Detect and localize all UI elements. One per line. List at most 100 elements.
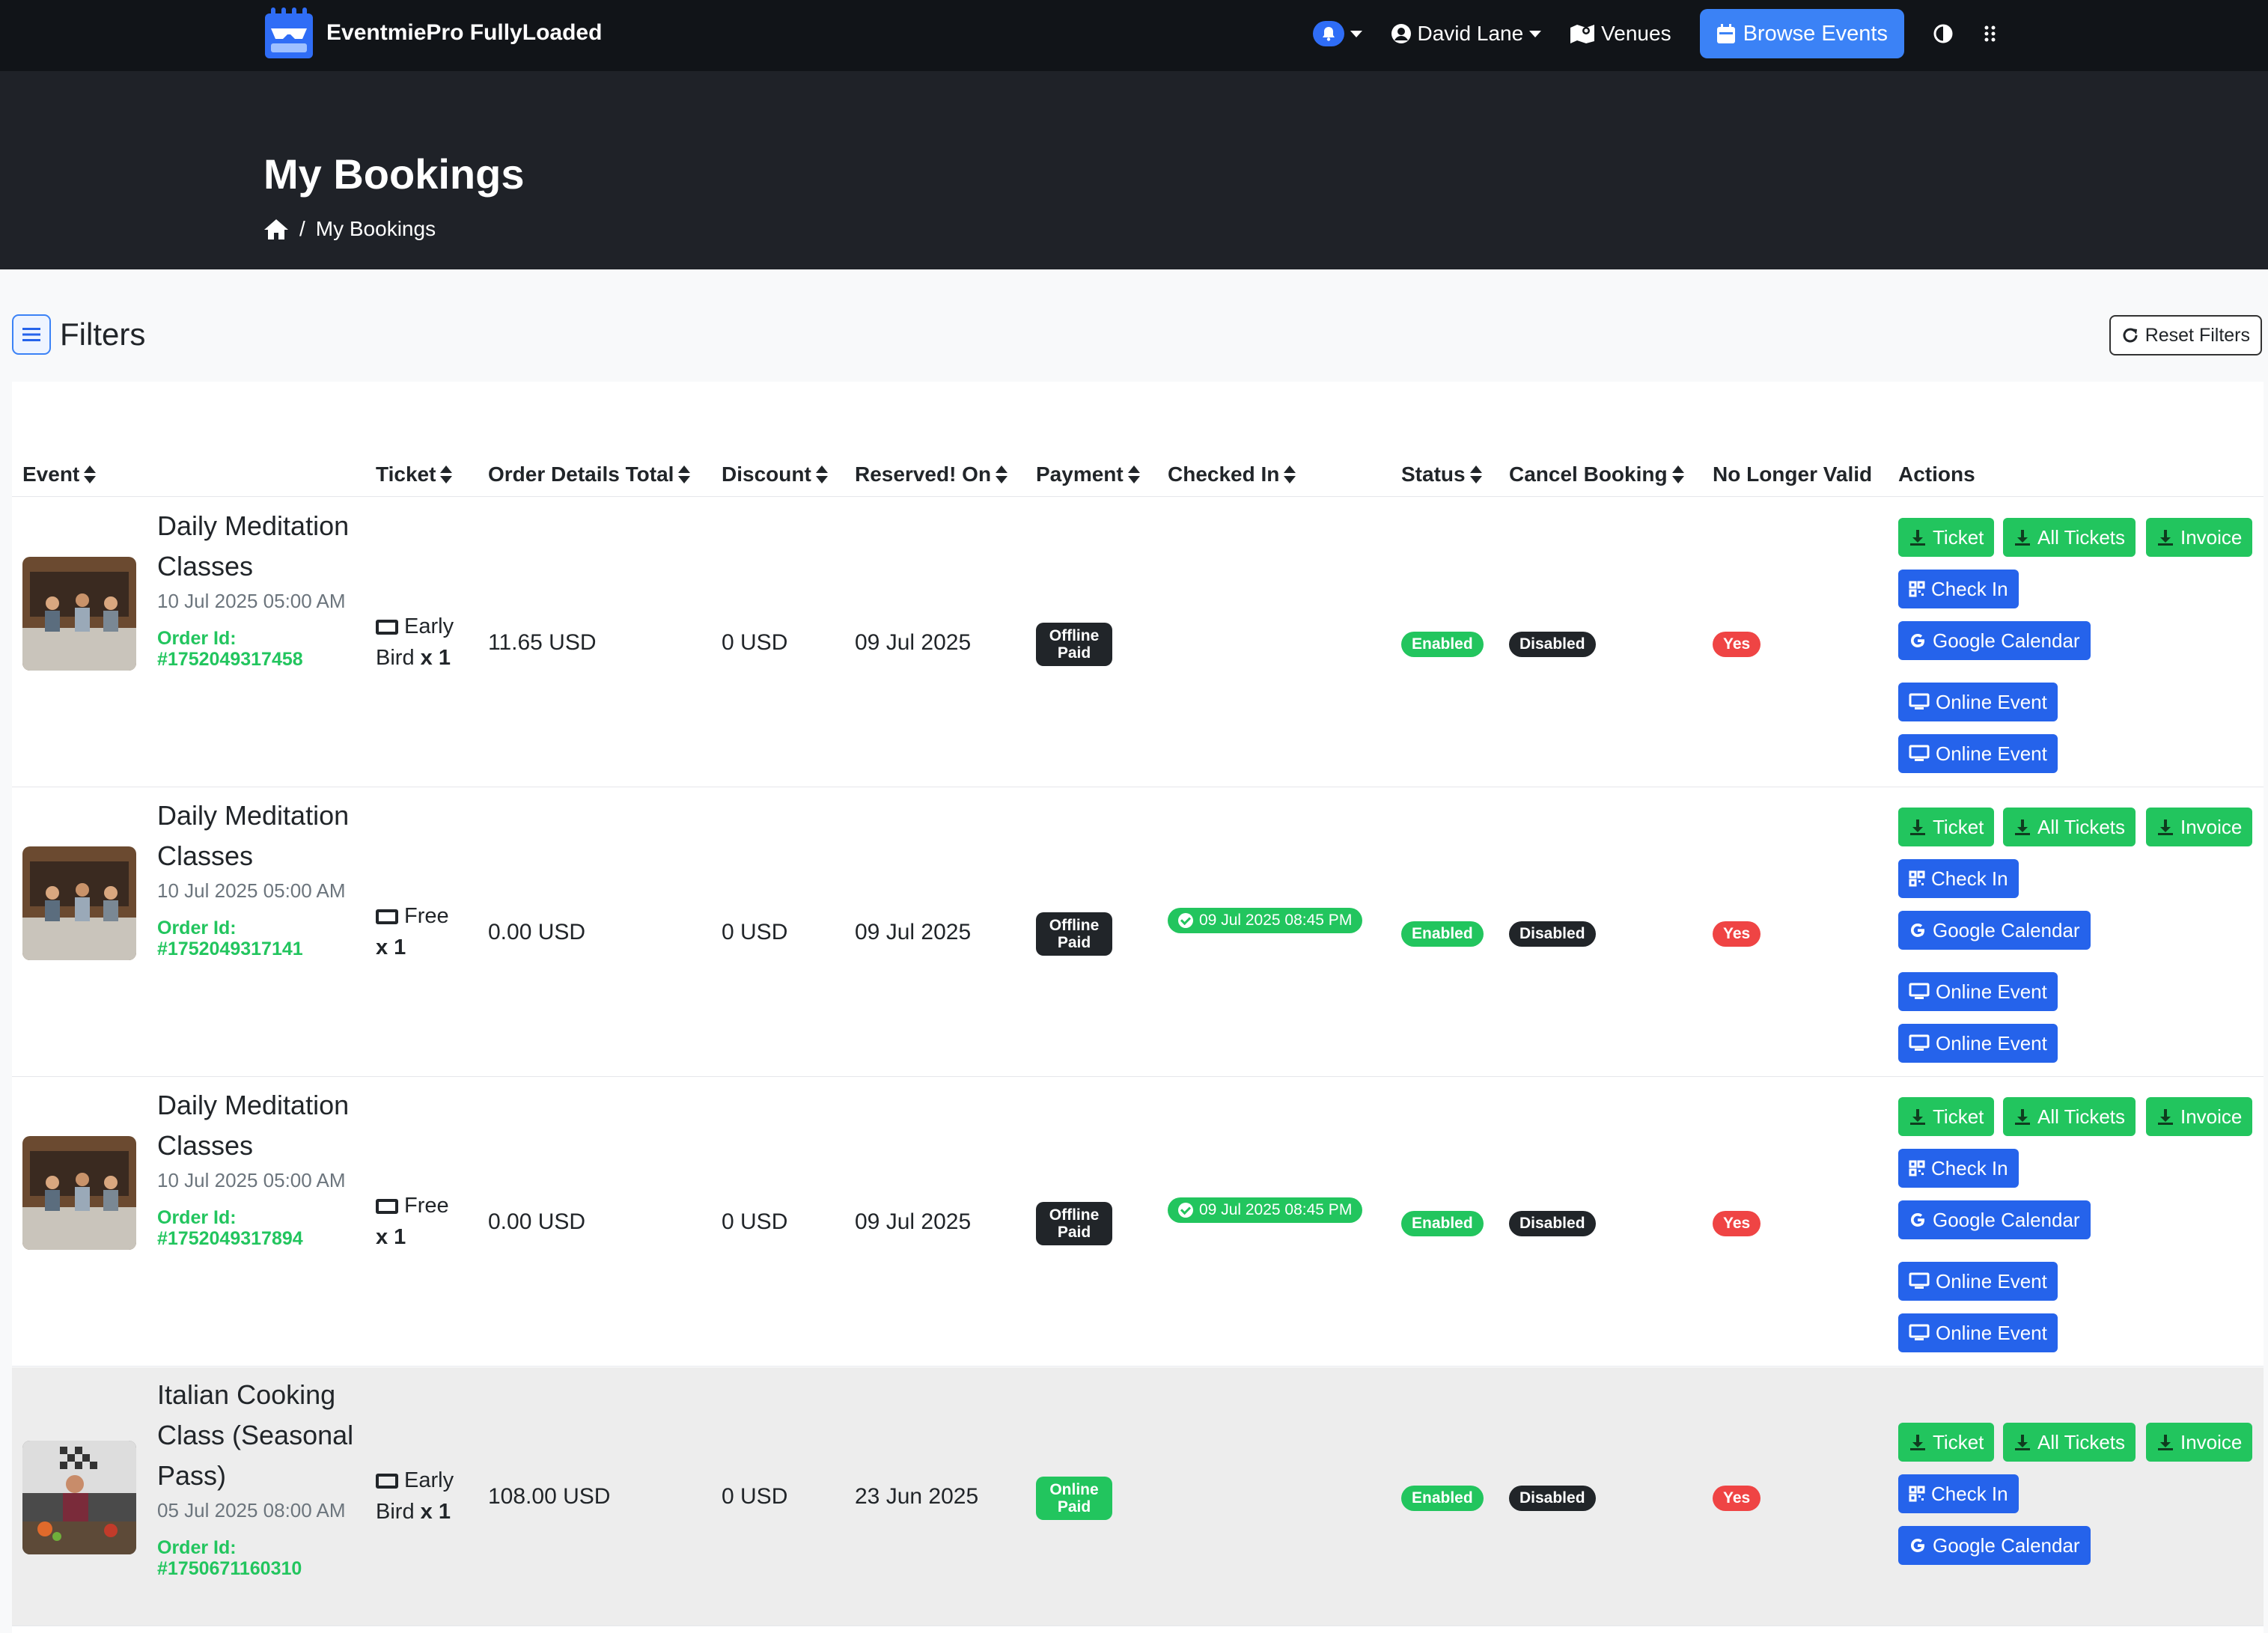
check-in-button[interactable]: Check In — [1898, 859, 2019, 898]
ticket-name: Free — [404, 1194, 449, 1218]
event-thumbnail[interactable] — [22, 557, 136, 671]
download-all-tickets-button[interactable]: All Tickets — [2003, 1097, 2136, 1136]
col-ticket[interactable]: Ticket — [376, 463, 453, 486]
brand-name: EventmiePro FullyLoaded — [326, 20, 603, 45]
col-discount[interactable]: Discount — [722, 463, 828, 486]
checked-in-time: 09 Jul 2025 08:45 PM — [1199, 1201, 1353, 1218]
qr-code-icon — [1909, 1486, 1925, 1502]
status-badge: Enabled — [1401, 921, 1484, 947]
button-label: Online Event — [1936, 742, 2047, 765]
event-name-line[interactable]: Classes — [157, 836, 374, 876]
browse-events-button[interactable]: Browse Events — [1699, 9, 1904, 58]
col-cancel[interactable]: Cancel Booking — [1509, 463, 1684, 486]
event-thumbnail[interactable] — [22, 846, 136, 960]
check-in-button[interactable]: Check In — [1898, 1149, 2019, 1188]
col-event-label: Event — [22, 463, 80, 486]
contrast-icon — [1933, 24, 1953, 43]
ticket-qty: x 1 — [376, 1225, 406, 1249]
button-label: All Tickets — [2037, 1430, 2126, 1453]
filters-title: Filters — [60, 317, 146, 352]
download-ticket-button[interactable]: Ticket — [1898, 518, 1995, 557]
online-event-button[interactable]: Online Event — [1898, 1313, 2058, 1352]
google-calendar-button[interactable]: Google Calendar — [1898, 621, 2091, 660]
button-label: Google Calendar — [1933, 1533, 2080, 1557]
browse-events-label: Browse Events — [1743, 21, 1888, 46]
brand[interactable]: EventmiePro FullyLoaded — [263, 6, 602, 60]
google-calendar-button[interactable]: Google Calendar — [1898, 911, 2091, 950]
download-ticket-button[interactable]: Ticket — [1898, 1423, 1995, 1462]
download-all-tickets-button[interactable]: All Tickets — [2003, 518, 2136, 557]
user-menu[interactable]: David Lane — [1391, 22, 1542, 46]
col-payment[interactable]: Payment — [1036, 463, 1140, 486]
col-valid-label: No Longer Valid — [1713, 463, 1873, 486]
ticket-name: Free — [404, 904, 449, 928]
download-invoice-button[interactable]: Invoice — [2146, 518, 2253, 557]
monitor-icon — [1909, 1324, 1930, 1342]
refresh-icon — [2123, 328, 2138, 343]
online-event-button[interactable]: Online Event — [1898, 972, 2058, 1011]
sort-icon — [678, 465, 691, 484]
google-calendar-button[interactable]: Google Calendar — [1898, 1200, 2091, 1239]
check-in-button[interactable]: Check In — [1898, 1474, 2019, 1513]
discount: 0 USD — [722, 1484, 788, 1509]
event-info: Daily Meditation Classes 10 Jul 2025 05:… — [157, 1085, 374, 1249]
event-name-line[interactable]: Daily Meditation — [157, 796, 374, 836]
col-reserved[interactable]: Reserved! On — [855, 463, 1008, 486]
reset-filters-button[interactable]: Reset Filters — [2109, 315, 2262, 355]
download-invoice-button[interactable]: Invoice — [2146, 1423, 2253, 1462]
online-event-button[interactable]: Online Event — [1898, 683, 2058, 721]
apps-menu[interactable] — [1982, 24, 1999, 43]
col-checked-in[interactable]: Checked In — [1168, 463, 1296, 486]
ticket-qty: x 1 — [420, 1500, 451, 1524]
calendar-icon — [1716, 24, 1735, 43]
sort-icon — [1284, 465, 1296, 484]
download-all-tickets-button[interactable]: All Tickets — [2003, 808, 2136, 846]
download-icon — [2156, 1433, 2174, 1451]
payment-badge: Online Paid — [1036, 1477, 1112, 1520]
sort-icon — [84, 465, 97, 484]
filter-toggle-button[interactable] — [12, 314, 51, 355]
download-ticket-button[interactable]: Ticket — [1898, 808, 1995, 846]
online-event-button[interactable]: Online Event — [1898, 1262, 2058, 1301]
download-ticket-button[interactable]: Ticket — [1898, 1097, 1995, 1136]
sort-icon — [815, 465, 828, 484]
download-icon — [2156, 1108, 2174, 1126]
reserved-on: 09 Jul 2025 — [855, 1209, 972, 1234]
download-icon — [2014, 1108, 2031, 1126]
event-name-line[interactable]: Class (Seasonal — [157, 1415, 374, 1456]
ticket-name: Early — [404, 1468, 454, 1492]
home-icon[interactable] — [263, 218, 289, 240]
check-in-button[interactable]: Check In — [1898, 570, 2019, 608]
col-valid: No Longer Valid — [1713, 463, 1872, 486]
reserved-on: 09 Jul 2025 — [855, 920, 972, 944]
event-name-line[interactable]: Daily Meditation — [157, 1085, 374, 1126]
download-invoice-button[interactable]: Invoice — [2146, 1097, 2253, 1136]
col-total[interactable]: Order Details Total — [488, 463, 691, 486]
order-label: Order Id: — [157, 1207, 237, 1228]
ticket-name-cont: Bird — [376, 1500, 415, 1524]
event-name-line[interactable]: Classes — [157, 546, 374, 587]
col-status[interactable]: Status — [1401, 463, 1482, 486]
venues-link[interactable]: Venues — [1570, 22, 1671, 46]
monitor-icon — [1909, 1034, 1930, 1052]
event-name-line[interactable]: Italian Cooking — [157, 1375, 374, 1415]
event-name-line[interactable]: Daily Meditation — [157, 506, 374, 546]
sort-icon — [1469, 465, 1482, 484]
breadcrumb-current: My Bookings — [315, 217, 436, 240]
download-invoice-button[interactable]: Invoice — [2146, 808, 2253, 846]
theme-toggle[interactable] — [1933, 23, 1954, 44]
event-thumbnail[interactable] — [22, 1441, 136, 1554]
notifications-dropdown[interactable] — [1312, 21, 1362, 46]
event-name-line[interactable]: Classes — [157, 1126, 374, 1166]
breadcrumb: / My Bookings — [263, 217, 436, 241]
col-event[interactable]: Event — [22, 463, 97, 486]
download-all-tickets-button[interactable]: All Tickets — [2003, 1423, 2136, 1462]
online-event-button[interactable]: Online Event — [1898, 1024, 2058, 1063]
button-label: Online Event — [1936, 1269, 2047, 1292]
order-total: 11.65 USD — [488, 630, 597, 655]
event-name-line[interactable]: Pass) — [157, 1456, 374, 1496]
google-calendar-button[interactable]: Google Calendar — [1898, 1526, 2091, 1565]
event-thumbnail[interactable] — [22, 1136, 136, 1250]
payment-status: Paid — [1057, 644, 1091, 662]
online-event-button[interactable]: Online Event — [1898, 734, 2058, 773]
